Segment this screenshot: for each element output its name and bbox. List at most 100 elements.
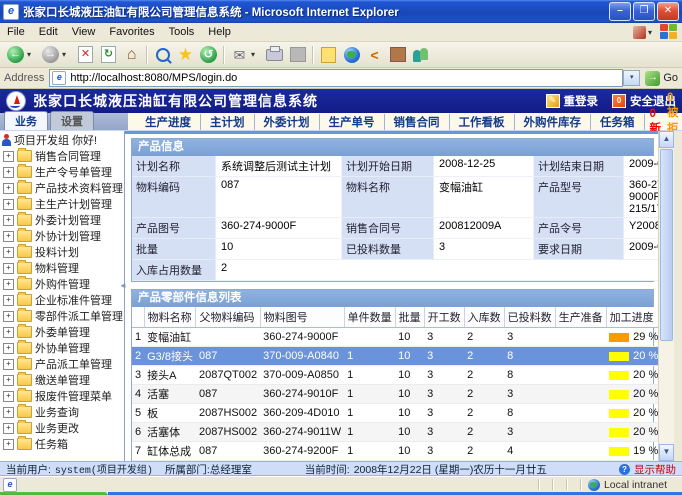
- expand-icon[interactable]: [3, 295, 14, 306]
- sidebar-item-standard-parts[interactable]: 企业标准件管理: [0, 292, 124, 308]
- table-row-selected[interactable]: 2 G3/8接头087 370-009-A08401 103 28 20 %: [132, 347, 658, 366]
- back-dropdown-icon[interactable]: ▾: [27, 50, 31, 59]
- nav-task-box[interactable]: 任务箱: [591, 114, 645, 130]
- sidebar-item-outsource-order[interactable]: 外委单管理: [0, 324, 124, 340]
- edit-icon[interactable]: [287, 44, 308, 65]
- relogin-button[interactable]: ✎ 重登录: [546, 93, 599, 109]
- col-issued[interactable]: 已投料数: [504, 307, 555, 328]
- col-parent-code[interactable]: 父物料编码: [196, 307, 260, 328]
- expand-icon[interactable]: [3, 407, 14, 418]
- expand-icon[interactable]: [3, 167, 14, 178]
- expand-icon[interactable]: [3, 423, 14, 434]
- nav-production-progress[interactable]: 生产进度: [136, 114, 201, 130]
- table-row[interactable]: 7 缸体总成087 360-274-9200F1 103 24 19 %: [132, 442, 658, 461]
- table-row[interactable]: 6 活塞体2087HS002 360-274-9011W1 103 23 20 …: [132, 423, 658, 442]
- expand-icon[interactable]: [3, 439, 14, 450]
- back-icon[interactable]: ←: [5, 44, 26, 65]
- main-vscrollbar[interactable]: ▲ ▼: [658, 131, 674, 461]
- nav-master-plan[interactable]: 主计划: [201, 114, 255, 130]
- sidebar-item-delivery-order[interactable]: 缴送单管理: [0, 372, 124, 388]
- sidebar-item-material-mgmt[interactable]: 物料管理: [0, 260, 124, 276]
- sidebar-item-sales-contract[interactable]: 销售合同管理: [0, 148, 124, 164]
- expand-icon[interactable]: [3, 247, 14, 258]
- refresh-icon[interactable]: ↻: [98, 44, 119, 65]
- nav-production-order[interactable]: 生产单号: [320, 114, 385, 130]
- mail-icon[interactable]: ✉: [229, 44, 250, 65]
- nav-work-board[interactable]: 工作看板: [450, 114, 515, 130]
- messenger-globe-icon[interactable]: [341, 44, 362, 65]
- expand-icon[interactable]: [3, 279, 14, 290]
- history-icon[interactable]: ↺: [198, 44, 219, 65]
- nav-purchased-stock[interactable]: 外购件库存: [515, 114, 592, 130]
- address-dropdown-icon[interactable]: ▾: [623, 70, 640, 86]
- minimize-button[interactable]: –: [609, 2, 631, 21]
- favorites-icon[interactable]: ★: [175, 44, 196, 65]
- col-unit-qty[interactable]: 单件数量: [344, 307, 395, 328]
- expand-icon[interactable]: [3, 199, 14, 210]
- home-icon[interactable]: ⌂: [121, 44, 142, 65]
- col-started[interactable]: 开工数: [424, 307, 464, 328]
- tab-settings[interactable]: 设置: [50, 111, 94, 130]
- toolbar-brand-icon[interactable]: [633, 26, 646, 39]
- menu-view[interactable]: View: [65, 24, 103, 40]
- search-icon[interactable]: [152, 44, 173, 65]
- col-stocked[interactable]: 入库数: [464, 307, 504, 328]
- sidebar-item-scrap-parts[interactable]: 报废件管理菜单: [0, 388, 124, 404]
- sidebar-item-feeding-plan[interactable]: 投料计划: [0, 244, 124, 260]
- address-input[interactable]: e http://localhost:8080/MPS/login.do: [49, 69, 623, 87]
- sidebar-item-task-box[interactable]: 任务箱: [0, 436, 124, 452]
- menu-edit[interactable]: Edit: [32, 24, 65, 40]
- table-row[interactable]: 4 活塞087 360-274-9010F1 103 23 20 %: [132, 385, 658, 404]
- col-material-name[interactable]: 物料名称: [144, 307, 196, 328]
- maximize-button[interactable]: ❐: [633, 2, 655, 21]
- menu-favorites[interactable]: Favorites: [102, 24, 161, 40]
- stop-icon[interactable]: ✕: [75, 44, 96, 65]
- sidebar-item-outsource-plan[interactable]: 外委计划管理: [0, 212, 124, 228]
- forward-dropdown-icon[interactable]: ▾: [62, 50, 66, 59]
- expand-icon[interactable]: [3, 183, 14, 194]
- sidebar-item-product-dispatch[interactable]: 产品派工单管理: [0, 356, 124, 372]
- tab-business[interactable]: 业务: [4, 111, 48, 130]
- expand-icon[interactable]: [3, 375, 14, 386]
- expand-icon[interactable]: [3, 391, 14, 402]
- expand-icon[interactable]: [3, 311, 14, 322]
- help-icon[interactable]: ?: [619, 464, 630, 475]
- brand-dropdown-icon[interactable]: ▾: [648, 28, 652, 37]
- expand-icon[interactable]: [3, 263, 14, 274]
- go-button[interactable]: → Go: [645, 71, 678, 86]
- messenger-icon[interactable]: [410, 44, 431, 65]
- table-row[interactable]: 3 接头A2087QT002 370-009-A08501 103 28 20 …: [132, 366, 658, 385]
- mail-dropdown-icon[interactable]: ▾: [251, 50, 255, 59]
- notes-icon[interactable]: [318, 44, 339, 65]
- menu-file[interactable]: File: [0, 24, 32, 40]
- expand-icon[interactable]: [3, 343, 14, 354]
- sidebar-item-coop-order[interactable]: 外协单管理: [0, 340, 124, 356]
- menu-tools[interactable]: Tools: [162, 24, 202, 40]
- col-batch[interactable]: 批量: [395, 307, 424, 328]
- col-drawing-no[interactable]: 物料图号: [260, 307, 344, 328]
- table-row[interactable]: 5 板2087HS002 360-209-4D0101 103 28 20 %: [132, 404, 658, 423]
- forward-icon[interactable]: →: [40, 44, 61, 65]
- expand-icon[interactable]: [3, 151, 14, 162]
- col-progress[interactable]: 加工进度: [606, 307, 658, 328]
- sidebar-item-purchased-parts[interactable]: 外购件管理: [0, 276, 124, 292]
- sidebar-item-production-order-no[interactable]: 生产令号单管理: [0, 164, 124, 180]
- sidebar-item-part-dispatch[interactable]: 零部件派工单管理: [0, 308, 124, 324]
- sidebar-item-tech-docs[interactable]: 产品技术资料管理: [0, 180, 124, 196]
- sidebar-item-coop-plan[interactable]: 外协计划管理: [0, 228, 124, 244]
- scroll-up-icon[interactable]: ▲: [659, 131, 674, 148]
- nav-sales-contract[interactable]: 销售合同: [385, 114, 450, 130]
- sidebar-item-business-query[interactable]: 业务查询: [0, 404, 124, 420]
- print-icon[interactable]: [264, 44, 285, 65]
- url-text[interactable]: http://localhost:8080/MPS/login.do: [70, 72, 620, 84]
- menu-help[interactable]: Help: [201, 24, 238, 40]
- sidebar-item-master-production-plan[interactable]: 主生产计划管理: [0, 196, 124, 212]
- scroll-down-icon[interactable]: ▼: [659, 444, 674, 461]
- research-icon[interactable]: [387, 44, 408, 65]
- expand-icon[interactable]: [3, 215, 14, 226]
- expand-icon[interactable]: [3, 231, 14, 242]
- expand-icon[interactable]: [3, 327, 14, 338]
- show-help-link[interactable]: 显示帮助: [634, 462, 676, 477]
- angle-tool-icon[interactable]: <: [364, 44, 385, 65]
- table-row[interactable]: 1 变幅油缸 360-274-9000F 103 23 29 %: [132, 328, 658, 347]
